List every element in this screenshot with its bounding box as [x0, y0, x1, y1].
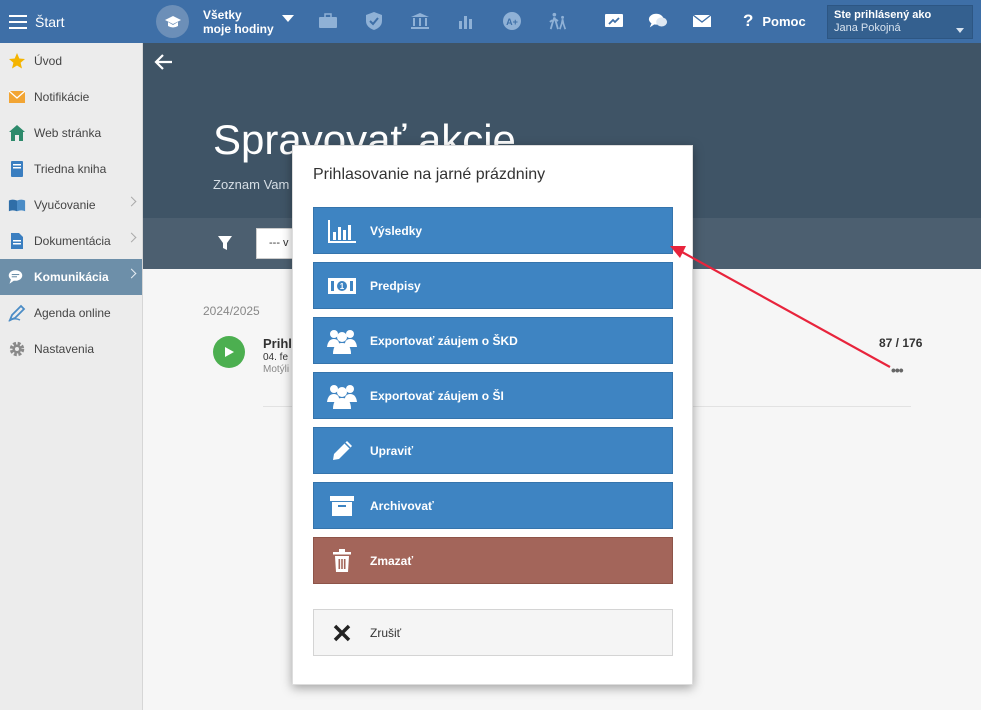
document-icon: [8, 232, 26, 250]
hours-selector[interactable]: Všetky moje hodiny: [203, 8, 274, 36]
button-label: Zrušiť: [370, 625, 402, 640]
question-mark-icon: ?: [743, 11, 754, 30]
archive-button[interactable]: Archivovať: [313, 482, 673, 529]
filter-icon[interactable]: [217, 235, 233, 254]
start-label: Štart: [35, 13, 65, 30]
delete-button[interactable]: Zmazať: [313, 537, 673, 584]
sidebar: Úvod Notifikácie Web stránka Triedna kni…: [0, 43, 143, 710]
archive-icon: [314, 495, 370, 517]
event-date: 04. fe: [263, 352, 289, 363]
trash-icon: [314, 548, 370, 573]
sidebar-item-uvod[interactable]: Úvod: [0, 43, 142, 79]
predpisy-button[interactable]: 1 Predpisy: [313, 262, 673, 309]
bank-icon[interactable]: [410, 11, 430, 31]
people-icon: [314, 383, 370, 409]
chat-icon: [8, 268, 26, 286]
hamburger-icon: [9, 14, 27, 29]
walking-people-icon[interactable]: [548, 11, 568, 31]
sidebar-item-label: Agenda online: [34, 306, 111, 320]
sidebar-item-label: Vyučovanie: [34, 198, 96, 212]
money-icon: 1: [314, 276, 370, 296]
cancel-button[interactable]: Zrušiť: [313, 609, 673, 656]
chevron-right-icon: [126, 232, 137, 243]
export-skd-button[interactable]: Exportovať záujem o ŠKD: [313, 317, 673, 364]
export-si-button[interactable]: Exportovať záujem o ŠI: [313, 372, 673, 419]
shield-icon[interactable]: [364, 11, 384, 31]
sidebar-item-label: Komunikácia: [34, 270, 109, 284]
sidebar-item-dokumentacia[interactable]: Dokumentácia: [0, 223, 142, 259]
svg-text:1: 1: [340, 282, 345, 291]
book-icon: [8, 160, 26, 178]
pen-icon: [8, 304, 26, 322]
logged-in-as-label: Ste prihlásený ako: [834, 9, 932, 21]
sidebar-item-vyucovanie[interactable]: Vyučovanie: [0, 187, 142, 223]
svg-text:A+: A+: [506, 17, 518, 27]
button-label: Výsledky: [370, 223, 423, 238]
pencil-icon: [314, 439, 370, 463]
gear-icon: [8, 340, 26, 358]
button-label: Predpisy: [370, 278, 421, 293]
cast-icon[interactable]: [604, 11, 624, 31]
star-icon: [8, 52, 26, 70]
sidebar-item-label: Triedna kniha: [34, 162, 107, 176]
more-options-icon[interactable]: •••: [891, 362, 904, 378]
event-count: 87 / 176: [879, 336, 923, 350]
results-button[interactable]: Výsledky: [313, 207, 673, 254]
action-modal: Prihlasovanie na jarné prázdniny Výsledk…: [292, 145, 693, 685]
chevron-down-icon[interactable]: [282, 15, 294, 22]
modal-title: Prihlasovanie na jarné prázdniny: [313, 166, 546, 183]
sidebar-item-triedna-kniha[interactable]: Triedna kniha: [0, 151, 142, 187]
page-subtitle: Zoznam Vam: [213, 177, 290, 192]
open-book-icon: [8, 196, 26, 214]
sidebar-item-label: Web stránka: [34, 126, 102, 140]
people-icon: [314, 328, 370, 354]
sidebar-item-notifikacie[interactable]: Notifikácie: [0, 79, 142, 115]
chevron-down-icon: [956, 28, 964, 33]
mail-icon[interactable]: [692, 11, 712, 31]
user-account-dropdown[interactable]: Ste prihlásený ako Jana Pokojná: [827, 5, 973, 39]
envelope-icon: [8, 88, 26, 106]
event-title[interactable]: Prihl: [263, 336, 292, 351]
house-icon: [8, 124, 26, 142]
chevron-right-icon: [126, 196, 137, 207]
sidebar-item-web-stranka[interactable]: Web stránka: [0, 115, 142, 151]
bar-chart-icon: [314, 219, 370, 243]
chevron-right-icon: [126, 268, 137, 279]
sidebar-item-label: Notifikácie: [34, 90, 90, 104]
start-menu-button[interactable]: Štart: [0, 0, 143, 43]
sidebar-item-komunikacia[interactable]: Komunikácia: [0, 259, 142, 295]
button-label: Archivovať: [370, 498, 434, 513]
hours-line2: moje hodiny: [203, 22, 274, 36]
top-bar: Štart Všetky moje hodiny A+ ? Pomoc Ste …: [0, 0, 981, 43]
event-place: Motýli: [263, 364, 290, 375]
edit-button[interactable]: Upraviť: [313, 427, 673, 474]
help-button[interactable]: ? Pomoc: [743, 11, 806, 31]
sidebar-item-agenda-online[interactable]: Agenda online: [0, 295, 142, 331]
briefcase-icon[interactable]: [318, 11, 338, 31]
button-label: Exportovať záujem o ŠI: [370, 388, 504, 403]
school-year-heading: 2024/2025: [203, 304, 260, 318]
sidebar-item-label: Úvod: [34, 54, 63, 68]
sidebar-item-label: Nastavenia: [34, 342, 95, 356]
hours-line1: Všetky: [203, 8, 242, 22]
back-arrow-icon[interactable]: [154, 53, 174, 74]
bar-chart-icon[interactable]: [456, 11, 476, 31]
graduation-cap-icon[interactable]: [156, 5, 189, 38]
button-label: Upraviť: [370, 443, 414, 458]
button-label: Exportovať záujem o ŠKD: [370, 333, 518, 348]
button-label: Zmazať: [370, 553, 414, 568]
close-icon: [314, 624, 370, 642]
user-name: Jana Pokojná: [834, 22, 901, 34]
grades-icon[interactable]: A+: [502, 11, 522, 31]
play-icon[interactable]: [213, 336, 245, 368]
help-label: Pomoc: [762, 13, 806, 29]
sidebar-item-label: Dokumentácia: [34, 234, 111, 248]
chat-icon[interactable]: [648, 11, 668, 31]
sidebar-item-nastavenia[interactable]: Nastavenia: [0, 331, 142, 367]
